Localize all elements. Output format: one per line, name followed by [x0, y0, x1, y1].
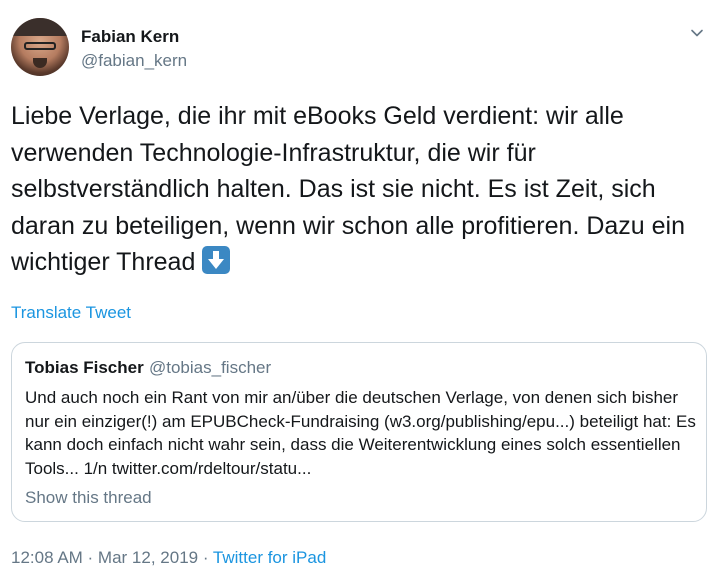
quoted-tweet[interactable]: Tobias Fischer @tobias_fischer Und auch … [11, 342, 707, 522]
timestamp[interactable]: 12:08 AM · Mar 12, 2019 · [11, 548, 213, 567]
author-handle[interactable]: @fabian_kern [81, 51, 187, 71]
author-name[interactable]: Fabian Kern [81, 27, 179, 47]
quoted-author-handle: @tobias_fischer [149, 358, 272, 377]
tweet-body: Liebe Verlage, die ihr mit eBooks Geld v… [11, 102, 685, 276]
translate-tweet-link[interactable]: Translate Tweet [11, 303, 131, 323]
tweet-meta: 12:08 AM · Mar 12, 2019 · Twitter for iP… [11, 548, 326, 568]
tweet-card: Fabian Kern @fabian_kern Liebe Verlage, … [0, 0, 720, 584]
show-thread-link[interactable]: Show this thread [25, 488, 152, 508]
quoted-tweet-text: Und auch noch ein Rant von mir an/über d… [25, 388, 696, 478]
chevron-down-icon[interactable] [690, 26, 704, 40]
tweet-text: Liebe Verlage, die ihr mit eBooks Geld v… [11, 98, 711, 281]
avatar[interactable] [11, 18, 69, 76]
source-link[interactable]: Twitter for iPad [213, 548, 326, 567]
quoted-author-name: Tobias Fischer [25, 358, 144, 377]
down-arrow-button-emoji-icon [202, 246, 231, 274]
